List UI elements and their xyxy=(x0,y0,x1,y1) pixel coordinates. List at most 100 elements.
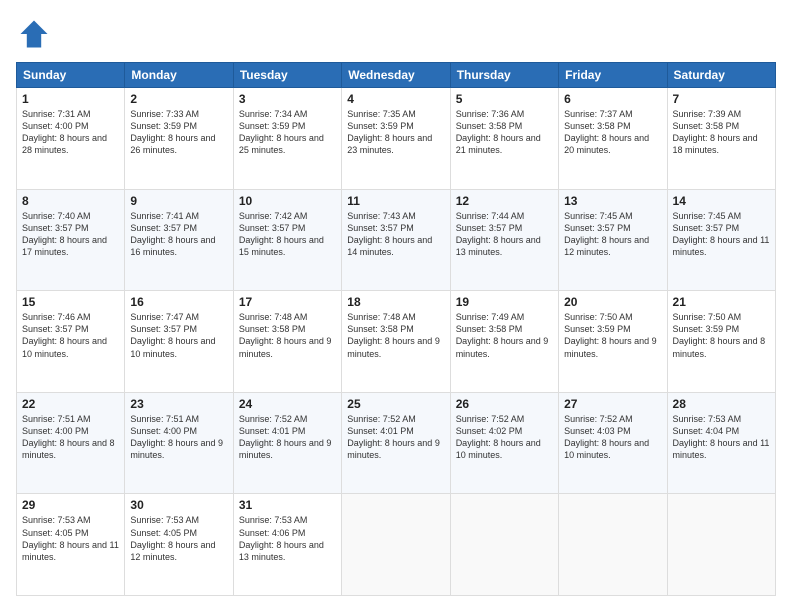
day-cell: 27 Sunrise: 7:52 AM Sunset: 4:03 PM Dayl… xyxy=(559,392,667,494)
day-cell: 3 Sunrise: 7:34 AM Sunset: 3:59 PM Dayli… xyxy=(233,88,341,190)
col-header-tuesday: Tuesday xyxy=(233,63,341,88)
cell-info: Sunrise: 7:50 AM Sunset: 3:59 PM Dayligh… xyxy=(673,311,770,360)
day-number: 1 xyxy=(22,92,119,106)
day-number: 13 xyxy=(564,194,661,208)
day-number: 2 xyxy=(130,92,227,106)
day-number: 16 xyxy=(130,295,227,309)
day-number: 23 xyxy=(130,397,227,411)
day-cell: 14 Sunrise: 7:45 AM Sunset: 3:57 PM Dayl… xyxy=(667,189,775,291)
day-cell: 10 Sunrise: 7:42 AM Sunset: 3:57 PM Dayl… xyxy=(233,189,341,291)
day-cell: 29 Sunrise: 7:53 AM Sunset: 4:05 PM Dayl… xyxy=(17,494,125,596)
day-cell: 24 Sunrise: 7:52 AM Sunset: 4:01 PM Dayl… xyxy=(233,392,341,494)
day-number: 5 xyxy=(456,92,553,106)
day-number: 7 xyxy=(673,92,770,106)
day-cell: 13 Sunrise: 7:45 AM Sunset: 3:57 PM Dayl… xyxy=(559,189,667,291)
day-cell: 6 Sunrise: 7:37 AM Sunset: 3:58 PM Dayli… xyxy=(559,88,667,190)
day-cell: 19 Sunrise: 7:49 AM Sunset: 3:58 PM Dayl… xyxy=(450,291,558,393)
day-cell xyxy=(342,494,450,596)
cell-info: Sunrise: 7:46 AM Sunset: 3:57 PM Dayligh… xyxy=(22,311,119,360)
day-cell: 11 Sunrise: 7:43 AM Sunset: 3:57 PM Dayl… xyxy=(342,189,450,291)
col-header-thursday: Thursday xyxy=(450,63,558,88)
header xyxy=(16,16,776,52)
col-header-monday: Monday xyxy=(125,63,233,88)
cell-info: Sunrise: 7:44 AM Sunset: 3:57 PM Dayligh… xyxy=(456,210,553,259)
week-row-5: 29 Sunrise: 7:53 AM Sunset: 4:05 PM Dayl… xyxy=(17,494,776,596)
cell-info: Sunrise: 7:33 AM Sunset: 3:59 PM Dayligh… xyxy=(130,108,227,157)
day-cell: 25 Sunrise: 7:52 AM Sunset: 4:01 PM Dayl… xyxy=(342,392,450,494)
logo xyxy=(16,16,56,52)
day-cell: 21 Sunrise: 7:50 AM Sunset: 3:59 PM Dayl… xyxy=(667,291,775,393)
col-header-sunday: Sunday xyxy=(17,63,125,88)
day-cell: 28 Sunrise: 7:53 AM Sunset: 4:04 PM Dayl… xyxy=(667,392,775,494)
day-cell: 23 Sunrise: 7:51 AM Sunset: 4:00 PM Dayl… xyxy=(125,392,233,494)
week-row-1: 1 Sunrise: 7:31 AM Sunset: 4:00 PM Dayli… xyxy=(17,88,776,190)
day-cell: 15 Sunrise: 7:46 AM Sunset: 3:57 PM Dayl… xyxy=(17,291,125,393)
cell-info: Sunrise: 7:45 AM Sunset: 3:57 PM Dayligh… xyxy=(564,210,661,259)
day-cell: 16 Sunrise: 7:47 AM Sunset: 3:57 PM Dayl… xyxy=(125,291,233,393)
cell-info: Sunrise: 7:50 AM Sunset: 3:59 PM Dayligh… xyxy=(564,311,661,360)
day-number: 4 xyxy=(347,92,444,106)
day-number: 27 xyxy=(564,397,661,411)
day-number: 18 xyxy=(347,295,444,309)
cell-info: Sunrise: 7:53 AM Sunset: 4:05 PM Dayligh… xyxy=(130,514,227,563)
cell-info: Sunrise: 7:51 AM Sunset: 4:00 PM Dayligh… xyxy=(22,413,119,462)
cell-info: Sunrise: 7:52 AM Sunset: 4:01 PM Dayligh… xyxy=(239,413,336,462)
day-cell xyxy=(450,494,558,596)
day-number: 25 xyxy=(347,397,444,411)
cell-info: Sunrise: 7:53 AM Sunset: 4:06 PM Dayligh… xyxy=(239,514,336,563)
col-header-wednesday: Wednesday xyxy=(342,63,450,88)
day-number: 11 xyxy=(347,194,444,208)
day-cell xyxy=(667,494,775,596)
cell-info: Sunrise: 7:36 AM Sunset: 3:58 PM Dayligh… xyxy=(456,108,553,157)
day-number: 17 xyxy=(239,295,336,309)
day-number: 10 xyxy=(239,194,336,208)
day-number: 26 xyxy=(456,397,553,411)
day-cell: 30 Sunrise: 7:53 AM Sunset: 4:05 PM Dayl… xyxy=(125,494,233,596)
cell-info: Sunrise: 7:48 AM Sunset: 3:58 PM Dayligh… xyxy=(239,311,336,360)
cell-info: Sunrise: 7:52 AM Sunset: 4:03 PM Dayligh… xyxy=(564,413,661,462)
day-number: 31 xyxy=(239,498,336,512)
cell-info: Sunrise: 7:53 AM Sunset: 4:04 PM Dayligh… xyxy=(673,413,770,462)
week-row-4: 22 Sunrise: 7:51 AM Sunset: 4:00 PM Dayl… xyxy=(17,392,776,494)
day-number: 12 xyxy=(456,194,553,208)
day-number: 15 xyxy=(22,295,119,309)
day-cell: 31 Sunrise: 7:53 AM Sunset: 4:06 PM Dayl… xyxy=(233,494,341,596)
page: SundayMondayTuesdayWednesdayThursdayFrid… xyxy=(0,0,792,612)
day-number: 3 xyxy=(239,92,336,106)
col-header-friday: Friday xyxy=(559,63,667,88)
calendar-table: SundayMondayTuesdayWednesdayThursdayFrid… xyxy=(16,62,776,596)
day-cell: 4 Sunrise: 7:35 AM Sunset: 3:59 PM Dayli… xyxy=(342,88,450,190)
day-cell: 5 Sunrise: 7:36 AM Sunset: 3:58 PM Dayli… xyxy=(450,88,558,190)
cell-info: Sunrise: 7:53 AM Sunset: 4:05 PM Dayligh… xyxy=(22,514,119,563)
cell-info: Sunrise: 7:39 AM Sunset: 3:58 PM Dayligh… xyxy=(673,108,770,157)
day-number: 22 xyxy=(22,397,119,411)
day-cell: 20 Sunrise: 7:50 AM Sunset: 3:59 PM Dayl… xyxy=(559,291,667,393)
cell-info: Sunrise: 7:43 AM Sunset: 3:57 PM Dayligh… xyxy=(347,210,444,259)
cell-info: Sunrise: 7:45 AM Sunset: 3:57 PM Dayligh… xyxy=(673,210,770,259)
day-cell: 2 Sunrise: 7:33 AM Sunset: 3:59 PM Dayli… xyxy=(125,88,233,190)
day-number: 24 xyxy=(239,397,336,411)
day-number: 30 xyxy=(130,498,227,512)
day-number: 21 xyxy=(673,295,770,309)
day-number: 6 xyxy=(564,92,661,106)
day-number: 19 xyxy=(456,295,553,309)
day-cell xyxy=(559,494,667,596)
cell-info: Sunrise: 7:40 AM Sunset: 3:57 PM Dayligh… xyxy=(22,210,119,259)
cell-info: Sunrise: 7:41 AM Sunset: 3:57 PM Dayligh… xyxy=(130,210,227,259)
day-cell: 26 Sunrise: 7:52 AM Sunset: 4:02 PM Dayl… xyxy=(450,392,558,494)
cell-info: Sunrise: 7:51 AM Sunset: 4:00 PM Dayligh… xyxy=(130,413,227,462)
cell-info: Sunrise: 7:42 AM Sunset: 3:57 PM Dayligh… xyxy=(239,210,336,259)
day-number: 29 xyxy=(22,498,119,512)
week-row-2: 8 Sunrise: 7:40 AM Sunset: 3:57 PM Dayli… xyxy=(17,189,776,291)
cell-info: Sunrise: 7:48 AM Sunset: 3:58 PM Dayligh… xyxy=(347,311,444,360)
day-cell: 18 Sunrise: 7:48 AM Sunset: 3:58 PM Dayl… xyxy=(342,291,450,393)
cell-info: Sunrise: 7:35 AM Sunset: 3:59 PM Dayligh… xyxy=(347,108,444,157)
day-number: 14 xyxy=(673,194,770,208)
cell-info: Sunrise: 7:52 AM Sunset: 4:01 PM Dayligh… xyxy=(347,413,444,462)
logo-icon xyxy=(16,16,52,52)
cell-info: Sunrise: 7:49 AM Sunset: 3:58 PM Dayligh… xyxy=(456,311,553,360)
day-number: 8 xyxy=(22,194,119,208)
day-number: 20 xyxy=(564,295,661,309)
cell-info: Sunrise: 7:34 AM Sunset: 3:59 PM Dayligh… xyxy=(239,108,336,157)
col-header-saturday: Saturday xyxy=(667,63,775,88)
